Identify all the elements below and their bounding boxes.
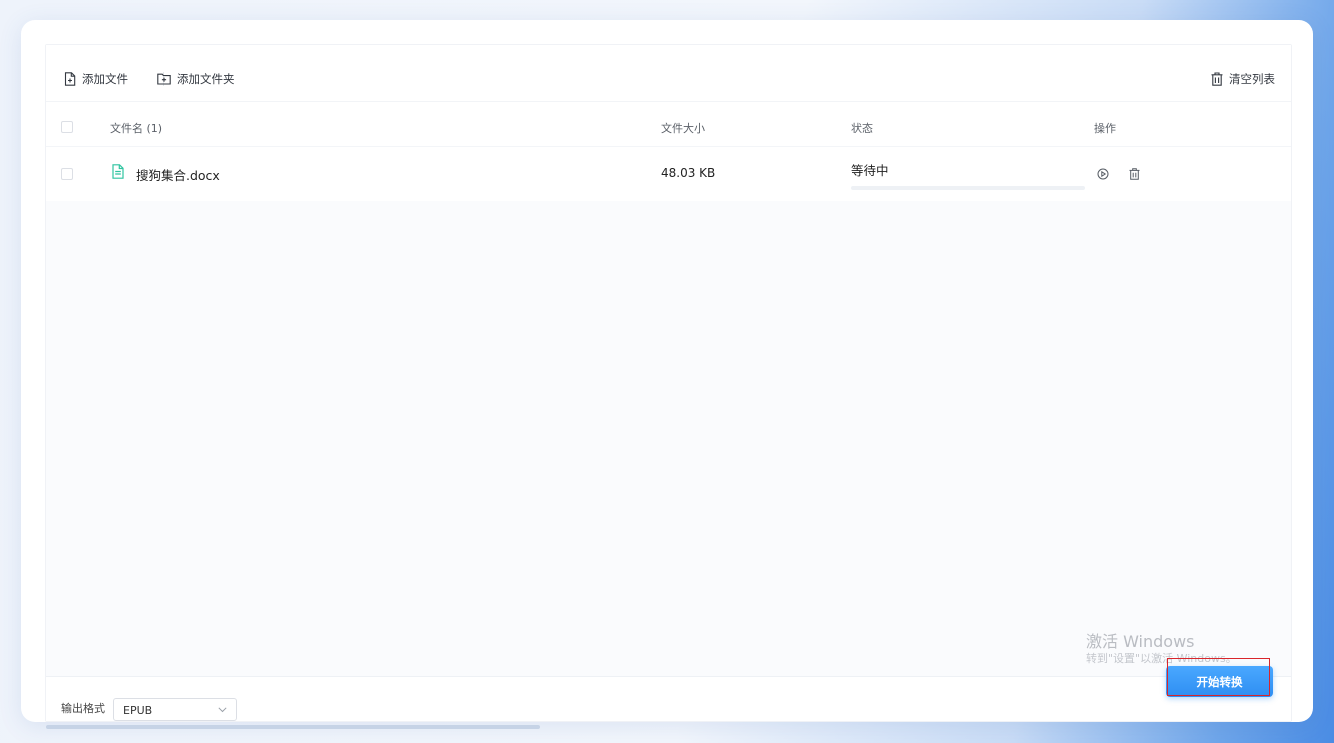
trash-icon[interactable] <box>1129 168 1140 180</box>
windows-activation-hint: 转到"设置"以激活 Windows。 <box>1086 652 1237 665</box>
toolbar: 添加文件 添加文件夹 清空列表 <box>46 45 1291 102</box>
horizontal-scrollbar[interactable] <box>46 725 540 729</box>
folder-plus-icon <box>157 73 171 85</box>
file-plus-icon <box>64 72 76 86</box>
table-header: 文件名 (1) 文件大小 状态 操作 <box>46 102 1291 147</box>
column-header-size[interactable]: 文件大小 <box>661 120 705 136</box>
add-file-label: 添加文件 <box>82 72 128 86</box>
file-name: 搜狗集合.docx <box>136 168 220 183</box>
output-format-select[interactable]: EPUB <box>113 698 237 721</box>
chevron-down-icon <box>218 707 227 713</box>
windows-activation-title: 激活 Windows <box>1086 632 1195 651</box>
output-format-value: EPUB <box>123 704 153 717</box>
play-circle-icon[interactable] <box>1097 168 1109 180</box>
clear-list-label: 清空列表 <box>1229 72 1275 86</box>
output-format-label: 输出格式 <box>61 702 105 715</box>
conversion-progress-bar <box>851 186 1085 190</box>
document-icon <box>112 164 124 179</box>
file-list-panel: 添加文件 添加文件夹 清空列表 文件名 (1) 文件大小 状态 操作 搜狗集合.… <box>45 44 1292 722</box>
clear-list-button[interactable]: 清空列表 <box>1211 71 1275 87</box>
table-row[interactable]: 搜狗集合.docx 48.03 KB 等待中 <box>46 147 1291 201</box>
add-file-button[interactable]: 添加文件 <box>64 71 128 87</box>
trash-icon <box>1211 72 1223 86</box>
column-header-name[interactable]: 文件名 (1) <box>110 120 162 136</box>
add-folder-button[interactable]: 添加文件夹 <box>157 71 235 87</box>
footer-bar: 输出格式 EPUB <box>46 676 1291 721</box>
select-all-checkbox[interactable] <box>61 121 73 133</box>
converter-window: 添加文件 添加文件夹 清空列表 文件名 (1) 文件大小 状态 操作 搜狗集合.… <box>21 20 1313 722</box>
column-header-status: 状态 <box>851 122 873 135</box>
file-size: 48.03 KB <box>661 166 716 180</box>
status-text: 等待中 <box>851 163 889 178</box>
add-folder-label: 添加文件夹 <box>177 72 235 86</box>
column-header-actions: 操作 <box>1094 122 1116 135</box>
row-checkbox[interactable] <box>61 168 73 180</box>
start-conversion-button[interactable]: 开始转换 <box>1166 666 1273 697</box>
